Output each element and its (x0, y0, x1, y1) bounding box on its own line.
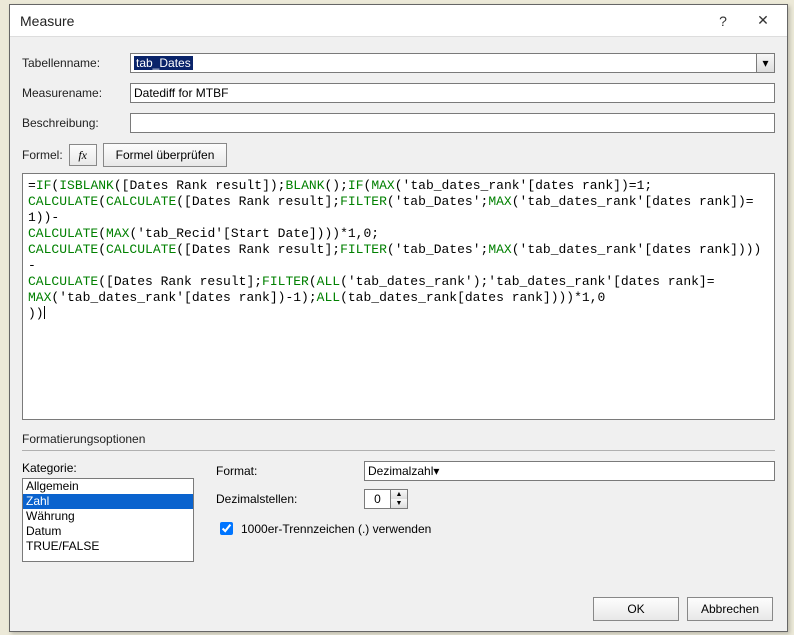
label-formel: Formel: (22, 148, 63, 162)
measure-dialog: Measure ? ✕ Tabellenname: tab_Dates ▾ Me… (9, 4, 788, 632)
format-value: Dezimalzahl (368, 464, 433, 478)
cancel-button[interactable]: Abbrechen (687, 597, 773, 621)
close-button[interactable]: ✕ (743, 7, 783, 35)
chevron-down-icon[interactable]: ▾ (756, 54, 774, 72)
label-dezimalstellen: Dezimalstellen: (216, 492, 364, 506)
close-icon: ✕ (757, 12, 769, 29)
divider (22, 450, 775, 451)
list-item[interactable]: Zahl (23, 494, 193, 509)
label-format: Format: (216, 464, 364, 478)
spinner-up-icon[interactable]: ▲ (391, 490, 407, 499)
help-button[interactable]: ? (703, 7, 743, 35)
titlebar[interactable]: Measure ? ✕ (10, 5, 787, 37)
label-measurename: Measurename: (22, 86, 130, 100)
chevron-down-icon[interactable]: ▾ (433, 464, 439, 478)
thousand-sep-checkbox[interactable] (220, 522, 233, 535)
list-item[interactable]: Datum (23, 524, 193, 539)
decimals-spinner[interactable]: ▲ ▼ (364, 489, 408, 509)
label-kategorie: Kategorie: (22, 461, 194, 475)
beschreibung-input[interactable] (130, 113, 775, 133)
ok-button[interactable]: OK (593, 597, 679, 621)
decimals-input[interactable] (364, 489, 390, 509)
list-item[interactable]: TRUE/FALSE (23, 539, 193, 554)
tabellenname-value: tab_Dates (134, 56, 193, 70)
list-item[interactable]: Allgemein (23, 479, 193, 494)
spinner-down-icon[interactable]: ▼ (391, 499, 407, 508)
label-thousand-sep: 1000er-Trennzeichen (.) verwenden (241, 522, 431, 536)
label-tabellenname: Tabellenname: (22, 56, 130, 70)
dialog-title: Measure (20, 13, 703, 29)
formel-pruefen-button[interactable]: Formel überprüfen (103, 143, 228, 167)
measurename-input[interactable] (130, 83, 775, 103)
list-item[interactable]: Währung (23, 509, 193, 524)
label-format-options: Formatierungsoptionen (22, 432, 775, 446)
label-beschreibung: Beschreibung: (22, 116, 130, 130)
formula-textarea[interactable]: =IF(ISBLANK([Dates Rank result]);BLANK()… (22, 173, 775, 420)
format-combo[interactable]: Dezimalzahl ▾ (364, 461, 775, 481)
kategorie-list[interactable]: AllgemeinZahlWährungDatumTRUE/FALSE (22, 478, 194, 562)
tabellenname-combo[interactable]: tab_Dates ▾ (130, 53, 775, 73)
fx-button[interactable]: fx (69, 144, 97, 166)
